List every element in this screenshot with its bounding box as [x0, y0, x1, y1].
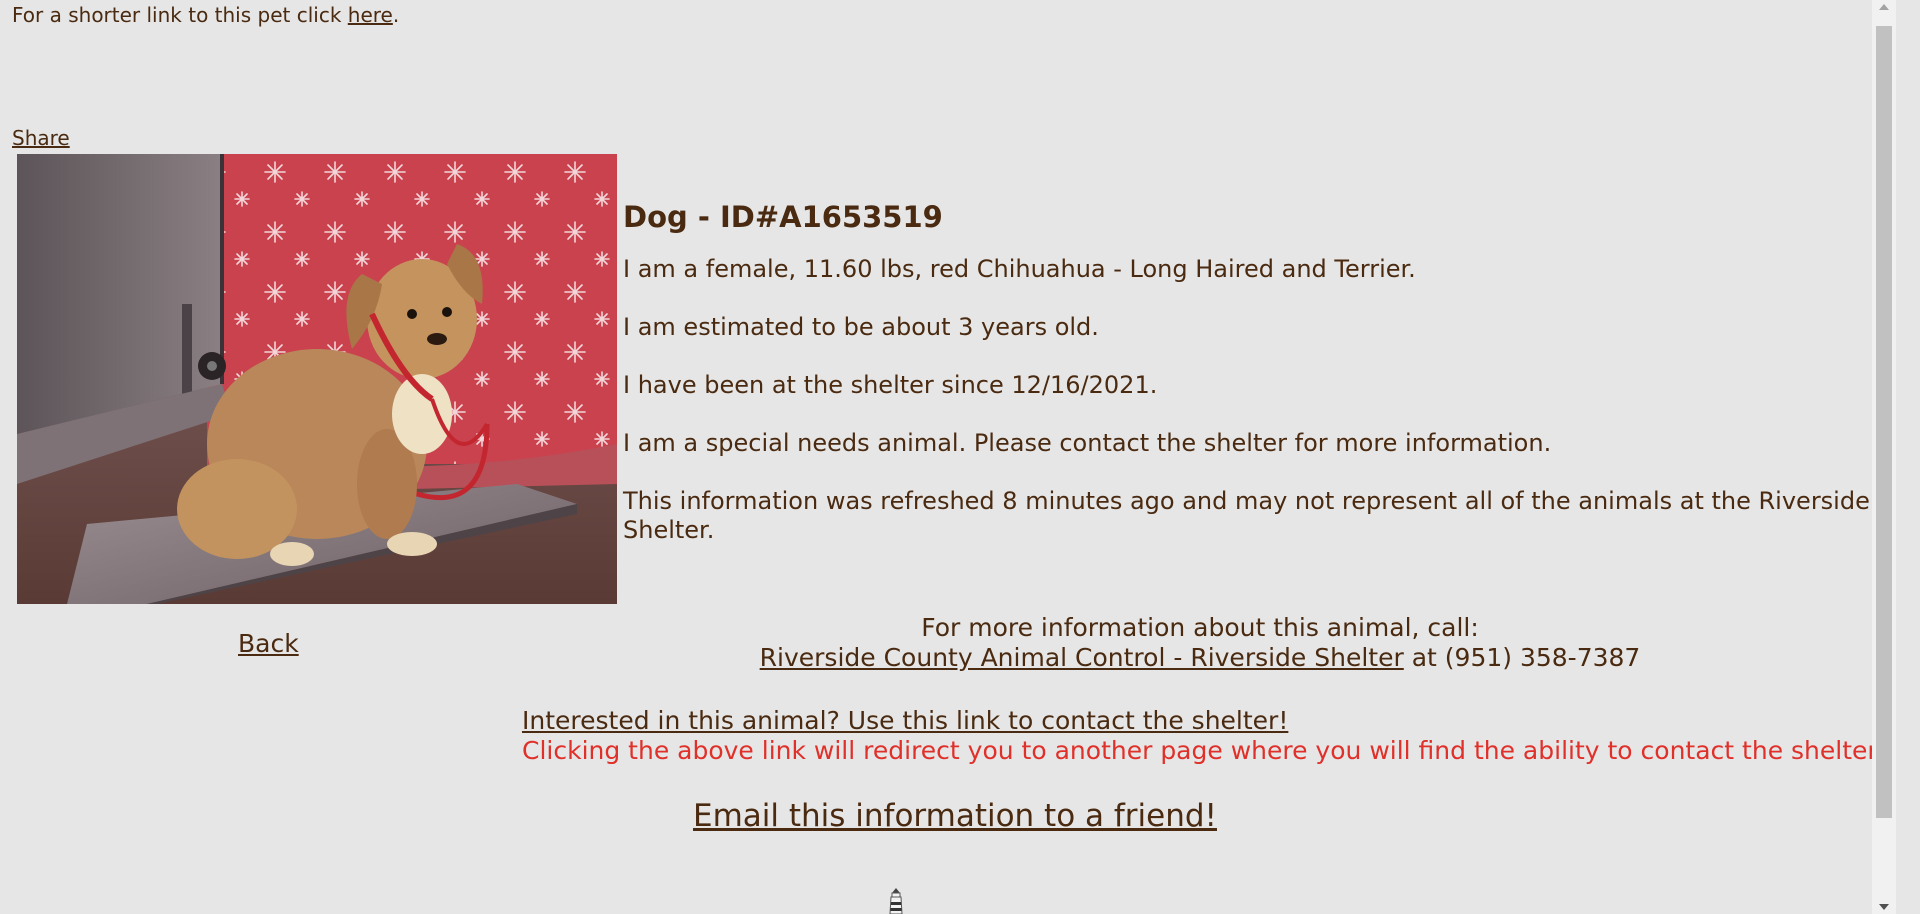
pet-age: I am estimated to be about 3 years old.	[623, 313, 1099, 341]
share-link[interactable]: Share	[12, 126, 70, 150]
pet-title: Dog - ID#A1653519	[623, 200, 943, 234]
refresh-note: This information was refreshed 8 minutes…	[623, 487, 1870, 544]
pet-details: Dog - ID#A1653519 I am a female, 11.60 l…	[623, 197, 1888, 545]
scroll-down-arrow-icon[interactable]	[1879, 904, 1889, 910]
scroll-up-arrow-icon[interactable]	[1879, 4, 1889, 10]
redirect-note: Clicking the above link will redirect yo…	[522, 736, 1884, 765]
shortlink-line: For a shorter link to this pet click her…	[12, 3, 399, 27]
pet-description: I am a female, 11.60 lbs, red Chihuahua …	[623, 255, 1416, 283]
back-link[interactable]: Back	[238, 629, 299, 659]
pet-special-needs: I am a special needs animal. Please cont…	[623, 429, 1552, 457]
more-info-label: For more information about this animal, …	[921, 613, 1479, 642]
pet-detail-page: For a shorter link to this pet click her…	[0, 0, 1896, 914]
pet-shelter-since: I have been at the shelter since 12/16/2…	[623, 371, 1158, 399]
interested-block: Interested in this animal? Use this link…	[522, 706, 1883, 766]
shortlink-suffix: .	[392, 3, 400, 27]
lighthouse-icon	[886, 888, 906, 914]
dog-photo	[17, 154, 617, 604]
scroll-thumb[interactable]	[1876, 26, 1892, 818]
email-friend-link[interactable]: Email this information to a friend!	[693, 797, 1217, 835]
shortlink-here-link[interactable]: here	[348, 3, 393, 27]
shelter-link[interactable]: Riverside County Animal Control - Rivers…	[760, 643, 1404, 672]
shortlink-prefix: For a shorter link to this pet click	[12, 3, 342, 27]
vertical-scrollbar[interactable]	[1872, 0, 1896, 914]
contact-shelter-link[interactable]: Interested in this animal? Use this link…	[522, 706, 1288, 735]
shelter-phone: at (951) 358-7387	[1411, 643, 1641, 672]
more-info-block: For more information about this animal, …	[600, 613, 1800, 673]
shelter-contact-line: Riverside County Animal Control - Rivers…	[600, 643, 1800, 673]
